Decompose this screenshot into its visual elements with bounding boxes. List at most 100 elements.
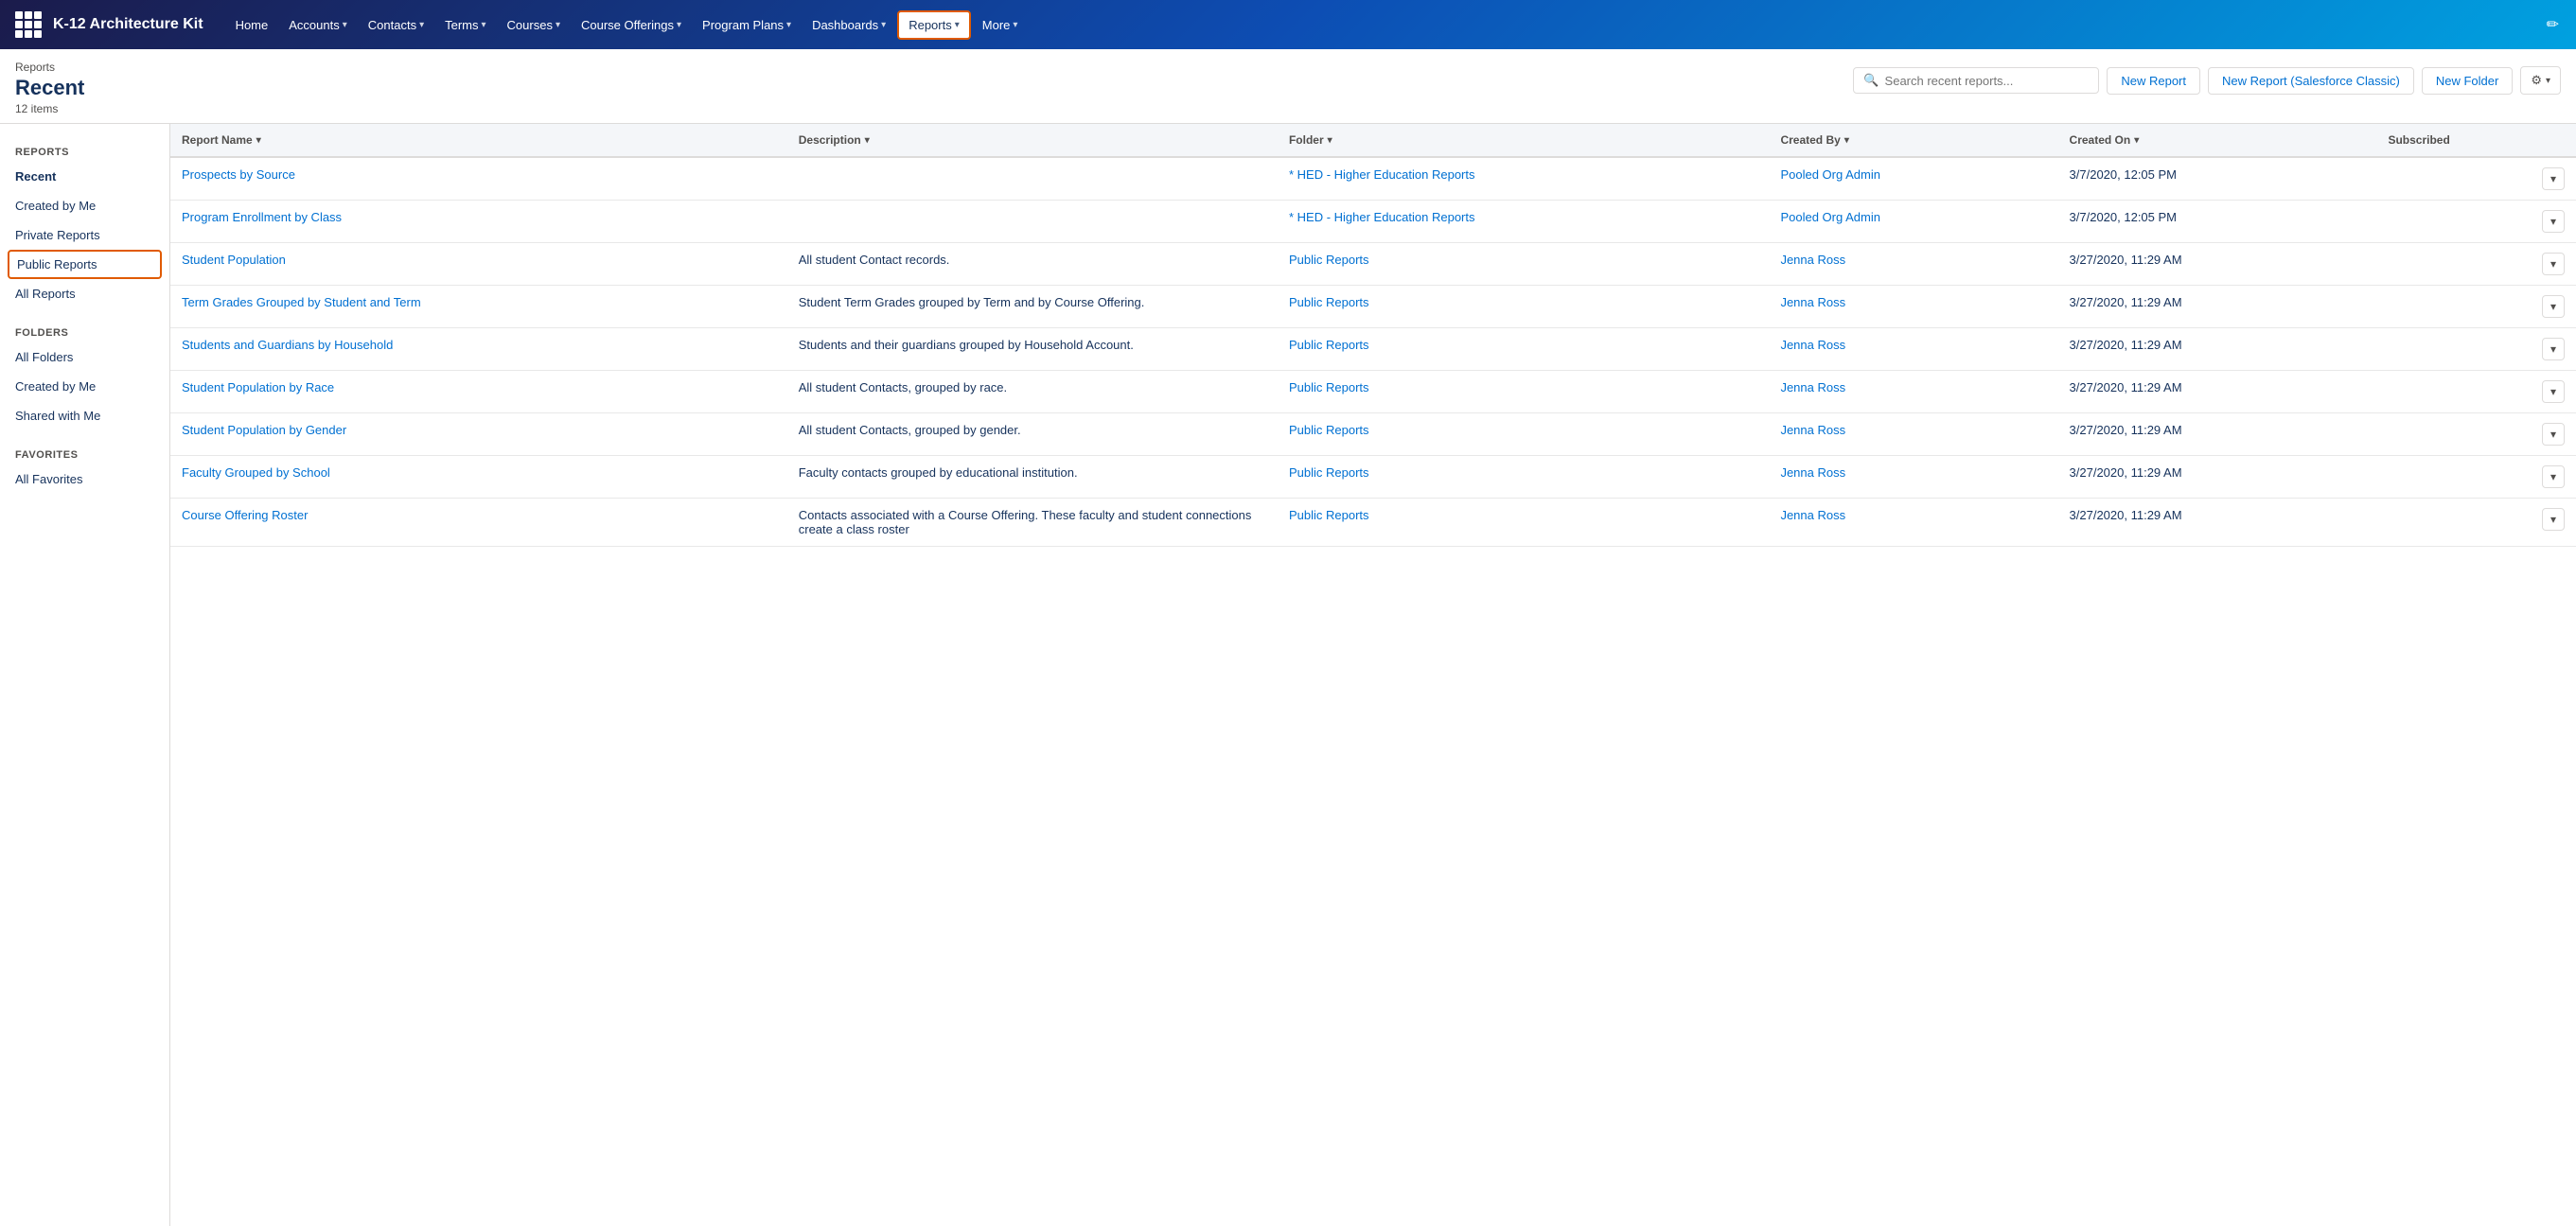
edit-icon[interactable]: ✏	[2541, 9, 2565, 40]
nav-label-terms: Terms	[445, 18, 478, 32]
nav-item-program-plans[interactable]: Program Plans ▾	[693, 12, 801, 38]
col-label-report-name: Report Name	[182, 133, 253, 147]
report-name-link[interactable]: Program Enrollment by Class	[182, 210, 342, 224]
created-by-link[interactable]: Pooled Org Admin	[1780, 167, 1880, 182]
col-label-folder: Folder	[1289, 133, 1324, 147]
nav-item-more[interactable]: More ▾	[973, 12, 1028, 38]
row-dropdown-button[interactable]: ▾	[2542, 210, 2565, 233]
cell-report-name: Faculty Grouped by School	[170, 456, 787, 499]
sidebar-item-created-by-me-folder[interactable]: Created by Me	[0, 372, 169, 401]
created-by-link[interactable]: Pooled Org Admin	[1780, 210, 1880, 224]
cell-subscribed: ▾	[2376, 499, 2576, 547]
nav-item-home[interactable]: Home	[226, 12, 278, 38]
page-wrapper: Reports Recent 12 items 🔍 New Report New…	[0, 49, 2576, 1226]
new-folder-button[interactable]: New Folder	[2422, 67, 2513, 95]
folder-link[interactable]: Public Reports	[1289, 508, 1369, 522]
new-report-classic-button[interactable]: New Report (Salesforce Classic)	[2208, 67, 2414, 95]
col-label-created-by: Created By	[1780, 133, 1840, 147]
created-by-link[interactable]: Jenna Ross	[1780, 423, 1845, 437]
sidebar-item-all-reports[interactable]: All Reports	[0, 279, 169, 308]
report-name-link[interactable]: Student Population by Gender	[182, 423, 346, 437]
folder-link[interactable]: Public Reports	[1289, 465, 1369, 480]
sort-created-by[interactable]: Created By ▾	[1780, 133, 1848, 147]
nav-item-reports[interactable]: Reports ▾	[897, 10, 971, 40]
cell-folder: Public Reports	[1278, 243, 1769, 286]
table-row: Student Population by Gender All student…	[170, 413, 2576, 456]
sort-folder[interactable]: Folder ▾	[1289, 133, 1332, 147]
sidebar-item-created-by-me[interactable]: Created by Me	[0, 191, 169, 220]
new-report-button[interactable]: New Report	[2107, 67, 2200, 95]
settings-button[interactable]: ⚙ ▾	[2520, 66, 2561, 95]
nav-item-dashboards[interactable]: Dashboards ▾	[803, 12, 895, 38]
col-header-report-name[interactable]: Report Name ▾	[170, 124, 787, 157]
sidebar-folders-label: FOLDERS	[0, 320, 169, 342]
row-dropdown-button[interactable]: ▾	[2542, 508, 2565, 531]
col-header-created-by[interactable]: Created By ▾	[1769, 124, 2057, 157]
row-dropdown-button[interactable]: ▾	[2542, 423, 2565, 446]
top-navigation: K-12 Architecture Kit Home Accounts ▾ Co…	[0, 0, 2576, 49]
cell-created-on: 3/7/2020, 12:05 PM	[2058, 157, 2377, 201]
col-label-description: Description	[799, 133, 861, 147]
created-by-link[interactable]: Jenna Ross	[1780, 465, 1845, 480]
folder-link[interactable]: * HED - Higher Education Reports	[1289, 167, 1475, 182]
row-dropdown-button[interactable]: ▾	[2542, 295, 2565, 318]
folder-link[interactable]: Public Reports	[1289, 423, 1369, 437]
chevron-down-icon: ▾	[955, 20, 960, 30]
search-input[interactable]	[1885, 74, 2090, 88]
report-name-link[interactable]: Course Offering Roster	[182, 508, 308, 522]
row-dropdown-button[interactable]: ▾	[2542, 465, 2565, 488]
report-name-link[interactable]: Student Population by Race	[182, 380, 334, 394]
cell-folder: Public Reports	[1278, 456, 1769, 499]
row-dropdown-button[interactable]: ▾	[2542, 338, 2565, 360]
folder-link[interactable]: Public Reports	[1289, 338, 1369, 352]
folder-link[interactable]: * HED - Higher Education Reports	[1289, 210, 1475, 224]
nav-item-terms[interactable]: Terms ▾	[435, 12, 495, 38]
nav-item-accounts[interactable]: Accounts ▾	[279, 12, 357, 38]
col-header-description[interactable]: Description ▾	[787, 124, 1278, 157]
created-by-link[interactable]: Jenna Ross	[1780, 508, 1845, 522]
folder-link[interactable]: Public Reports	[1289, 295, 1369, 309]
folder-link[interactable]: Public Reports	[1289, 380, 1369, 394]
nav-item-courses[interactable]: Courses ▾	[498, 12, 570, 38]
report-name-link[interactable]: Prospects by Source	[182, 167, 295, 182]
row-dropdown-button[interactable]: ▾	[2542, 380, 2565, 403]
sort-icon: ▾	[865, 135, 870, 146]
report-name-link[interactable]: Faculty Grouped by School	[182, 465, 330, 480]
cell-subscribed: ▾	[2376, 371, 2576, 413]
col-header-created-on[interactable]: Created On ▾	[2058, 124, 2377, 157]
created-by-link[interactable]: Jenna Ross	[1780, 253, 1845, 267]
grid-icon	[15, 11, 42, 38]
sidebar-item-public-reports[interactable]: Public Reports	[8, 250, 162, 279]
folder-link[interactable]: Public Reports	[1289, 253, 1369, 267]
cell-created-on: 3/27/2020, 11:29 AM	[2058, 328, 2377, 371]
report-name-link[interactable]: Term Grades Grouped by Student and Term	[182, 295, 421, 309]
app-icon	[11, 8, 45, 42]
col-label-created-on: Created On	[2070, 133, 2131, 147]
col-header-folder[interactable]: Folder ▾	[1278, 124, 1769, 157]
nav-item-contacts[interactable]: Contacts ▾	[359, 12, 433, 38]
row-dropdown-button[interactable]: ▾	[2542, 253, 2565, 275]
cell-description: Contacts associated with a Course Offeri…	[787, 499, 1278, 547]
sidebar-item-all-folders[interactable]: All Folders	[0, 342, 169, 372]
cell-created-on: 3/7/2020, 12:05 PM	[2058, 201, 2377, 243]
chevron-down-icon: ▾	[1013, 20, 1017, 30]
col-header-subscribed: Subscribed	[2376, 124, 2576, 157]
table-row: Prospects by Source * HED - Higher Educa…	[170, 157, 2576, 201]
table-row: Program Enrollment by Class * HED - High…	[170, 201, 2576, 243]
sidebar-item-shared-with-me[interactable]: Shared with Me	[0, 401, 169, 430]
created-by-link[interactable]: Jenna Ross	[1780, 380, 1845, 394]
row-dropdown-button[interactable]: ▾	[2542, 167, 2565, 190]
sidebar-item-recent[interactable]: Recent	[0, 162, 169, 191]
nav-item-course-offerings[interactable]: Course Offerings ▾	[572, 12, 691, 38]
report-name-link[interactable]: Student Population	[182, 253, 286, 267]
created-by-link[interactable]: Jenna Ross	[1780, 295, 1845, 309]
report-name-link[interactable]: Students and Guardians by Household	[182, 338, 393, 352]
sort-report-name[interactable]: Report Name ▾	[182, 133, 261, 147]
main-body: REPORTS Recent Created by Me Private Rep…	[0, 124, 2576, 1226]
sidebar-item-all-favorites[interactable]: All Favorites	[0, 464, 169, 494]
sort-created-on[interactable]: Created On ▾	[2070, 133, 2140, 147]
sidebar-item-private-reports[interactable]: Private Reports	[0, 220, 169, 250]
created-by-link[interactable]: Jenna Ross	[1780, 338, 1845, 352]
sort-description[interactable]: Description ▾	[799, 133, 870, 147]
chevron-down-icon: ▾	[2546, 76, 2550, 86]
